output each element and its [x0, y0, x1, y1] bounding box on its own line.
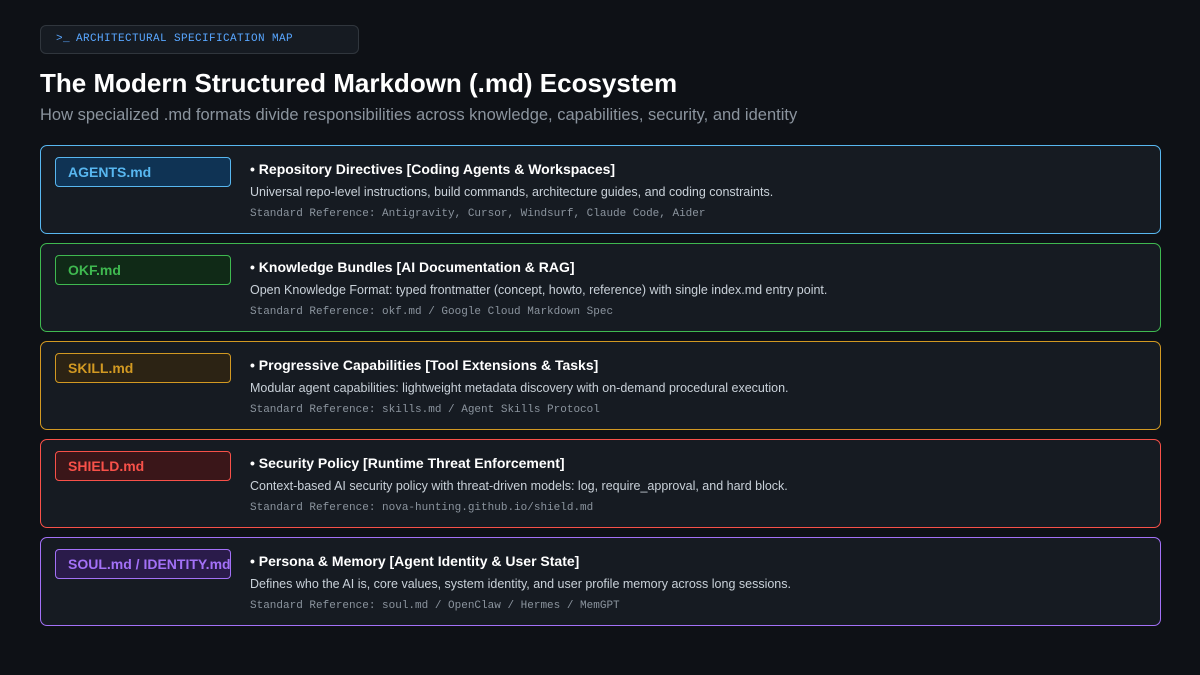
format-card-shield: SHIELD.md • Security Policy [Runtime Thr…: [40, 439, 1161, 528]
format-badge: OKF.md: [55, 255, 231, 285]
format-badge: SKILL.md: [55, 353, 231, 383]
format-card-soul: SOUL.md / IDENTITY.md • Persona & Memory…: [40, 537, 1161, 626]
card-reference: Standard Reference: okf.md / Google Clou…: [250, 306, 614, 318]
page-subtitle: How specialized .md formats divide respo…: [40, 106, 798, 124]
section-tag: >_ ARCHITECTURAL SPECIFICATION MAP: [40, 25, 359, 54]
format-badge: SOUL.md / IDENTITY.md: [55, 549, 231, 579]
card-description: Open Knowledge Format: typed frontmatter…: [250, 283, 828, 297]
card-reference: Standard Reference: soul.md / OpenClaw /…: [250, 600, 620, 612]
page-title: The Modern Structured Markdown (.md) Eco…: [40, 68, 678, 98]
card-description: Defines who the AI is, core values, syst…: [250, 577, 791, 591]
format-badge: AGENTS.md: [55, 157, 231, 187]
card-heading: • Progressive Capabilities [Tool Extensi…: [250, 357, 599, 373]
terminal-prompt-icon: >_: [56, 33, 71, 45]
card-heading: • Security Policy [Runtime Threat Enforc…: [250, 455, 565, 471]
card-heading: • Persona & Memory [Agent Identity & Use…: [250, 553, 580, 569]
card-description: Context-based AI security policy with th…: [250, 479, 788, 493]
card-description: Modular agent capabilities: lightweight …: [250, 381, 789, 395]
card-reference: Standard Reference: Antigravity, Cursor,…: [250, 208, 706, 220]
format-badge: SHIELD.md: [55, 451, 231, 481]
format-card-okf: OKF.md • Knowledge Bundles [AI Documenta…: [40, 243, 1161, 332]
card-description: Universal repo-level instructions, build…: [250, 185, 774, 199]
card-heading: • Knowledge Bundles [AI Documentation & …: [250, 259, 575, 275]
card-reference: Standard Reference: skills.md / Agent Sk…: [250, 404, 600, 416]
format-card-skill: SKILL.md • Progressive Capabilities [Too…: [40, 341, 1161, 430]
format-card-agents: AGENTS.md • Repository Directives [Codin…: [40, 145, 1161, 234]
card-heading: • Repository Directives [Coding Agents &…: [250, 161, 616, 177]
section-tag-label: ARCHITECTURAL SPECIFICATION MAP: [76, 33, 294, 45]
card-reference: Standard Reference: nova-hunting.github.…: [250, 502, 594, 514]
format-card-list: AGENTS.md • Repository Directives [Codin…: [40, 145, 1161, 635]
